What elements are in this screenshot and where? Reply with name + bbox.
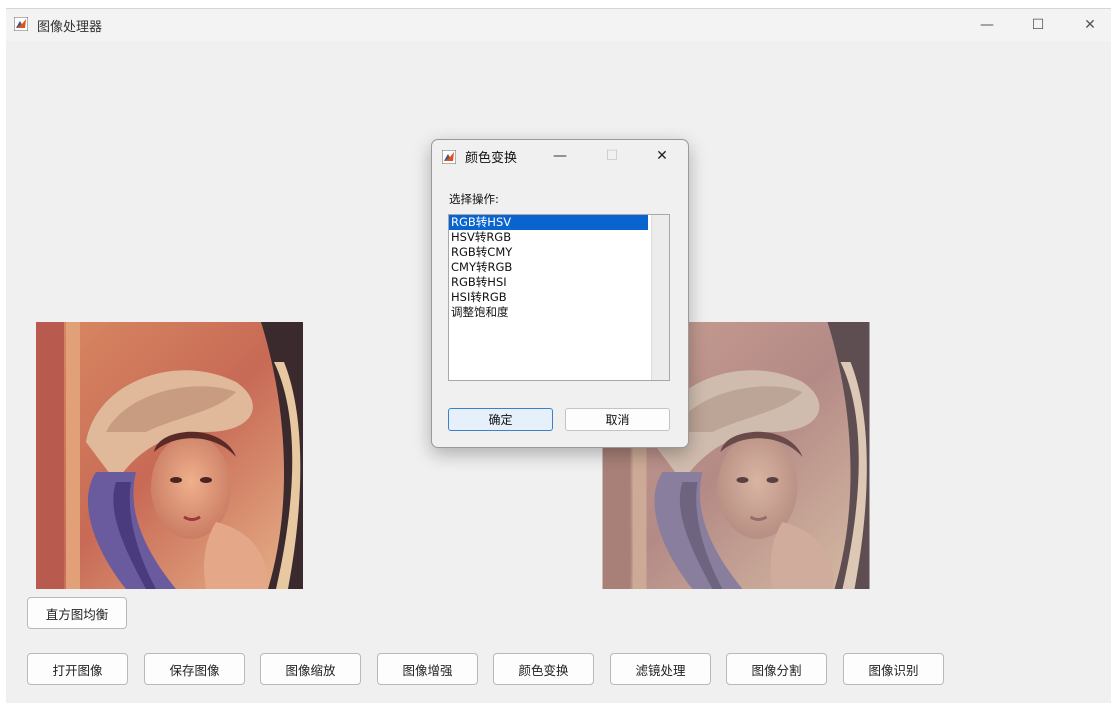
operation-listbox[interactable]: RGB转HSV HSV转RGB RGB转CMY CMY转RGB RGB转HSI … <box>448 214 670 381</box>
list-item[interactable]: CMY转RGB <box>449 260 648 275</box>
open-image-button[interactable]: 打开图像 <box>27 653 128 685</box>
list-item[interactable]: RGB转HSV <box>449 215 648 230</box>
listbox-scrollbar[interactable] <box>651 215 669 380</box>
close-button[interactable]: ✕ <box>1067 13 1113 37</box>
list-item[interactable]: HSV转RGB <box>449 230 648 245</box>
enhance-image-button[interactable]: 图像增强 <box>377 653 478 685</box>
maximize-icon: ☐ <box>1031 17 1045 33</box>
filter-button[interactable]: 滤镜处理 <box>610 653 711 685</box>
matlab-dialog-icon <box>442 150 456 164</box>
save-image-button[interactable]: 保存图像 <box>144 653 245 685</box>
maximize-button[interactable]: ☐ <box>1015 13 1061 37</box>
close-icon: ✕ <box>1084 17 1096 33</box>
minimize-icon: — <box>553 148 567 164</box>
list-item[interactable]: RGB转HSI <box>449 275 648 290</box>
color-transform-button[interactable]: 颜色变换 <box>493 653 594 685</box>
color-transform-dialog: 颜色变换 — ☐ ✕ 选择操作: RGB转HSV HSV转RGB RGB转CMY… <box>431 139 689 448</box>
ok-button[interactable]: 确定 <box>448 408 553 431</box>
matlab-app-icon <box>14 17 28 31</box>
histogram-equalization-button[interactable]: 直方图均衡 <box>27 597 127 629</box>
list-item[interactable]: RGB转CMY <box>449 245 648 260</box>
lena-original-image <box>36 322 303 589</box>
segment-image-button[interactable]: 图像分割 <box>726 653 827 685</box>
select-operation-label: 选择操作: <box>449 192 499 206</box>
maximize-icon: ☐ <box>605 148 619 164</box>
recognize-image-button[interactable]: 图像识别 <box>843 653 944 685</box>
dialog-maximize-button: ☐ <box>594 144 630 168</box>
dialog-minimize-button[interactable]: — <box>542 144 578 168</box>
scale-image-button[interactable]: 图像缩放 <box>260 653 361 685</box>
original-image <box>36 322 303 589</box>
title-bar: 图像处理器 — ☐ ✕ <box>6 9 1111 41</box>
dialog-close-button[interactable]: ✕ <box>644 144 680 168</box>
minimize-button[interactable]: — <box>964 13 1010 37</box>
close-icon: ✕ <box>656 148 668 164</box>
window-title: 图像处理器 <box>37 20 103 35</box>
list-item[interactable]: 调整饱和度 <box>449 305 648 320</box>
minimize-icon: — <box>980 17 994 33</box>
dialog-title: 颜色变换 <box>465 151 518 166</box>
list-item[interactable]: HSI转RGB <box>449 290 648 305</box>
cancel-button[interactable]: 取消 <box>565 408 670 431</box>
